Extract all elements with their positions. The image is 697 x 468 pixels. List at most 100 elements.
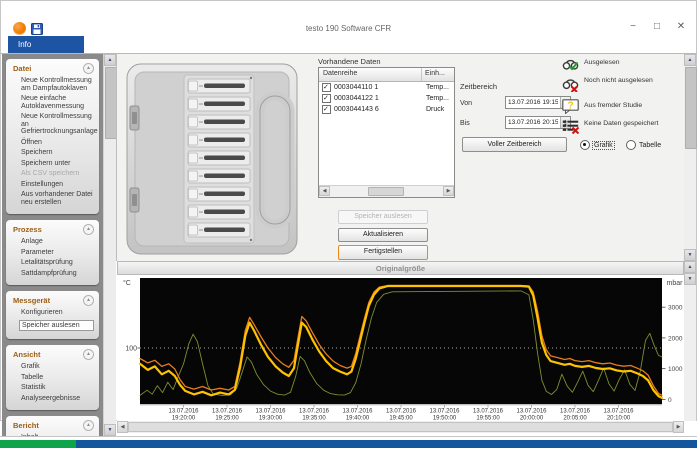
collapse-icon[interactable]: ▲ [83, 349, 94, 360]
measurement-chart: °C100mbar010002000300013.07.201619:20:00… [117, 275, 684, 421]
series-name[interactable]: 0003044122 1 [334, 95, 426, 102]
checkbox-checked-icon[interactable] [322, 94, 331, 103]
radio-tabelle[interactable]: Tabelle [626, 140, 661, 150]
bis-datetime-input[interactable] [506, 117, 560, 128]
y-left-tick: 100 [125, 346, 137, 353]
finish-button[interactable]: Fertigstellen [338, 245, 428, 260]
sidebar-item-als-csv-speichern: Als CSV speichern [9, 170, 96, 178]
close-button[interactable]: ✕ [675, 21, 687, 32]
checkbox-checked-icon[interactable] [322, 105, 331, 114]
x-tick-date: 13.07.2016 [603, 409, 634, 415]
x-tick-date: 13.07.2016 [212, 409, 243, 415]
main-vscrollbar[interactable]: ▲ ▼ [684, 54, 696, 261]
scroll-down-icon[interactable]: ▼ [684, 249, 696, 261]
collapse-icon[interactable]: ▲ [83, 224, 94, 235]
sidebar-item-sattdampfprüfung[interactable]: Sattdampfprüfung [9, 270, 96, 278]
x-tick-date: 13.07.2016 [516, 409, 547, 415]
sidebar-item-einstellungen[interactable]: Einstellungen [9, 181, 96, 189]
series-name[interactable]: 0003044110 1 [334, 84, 426, 91]
full-timerange-button[interactable]: Voller Zeitbereich [462, 137, 567, 152]
sidebar-item-analyseergebnisse[interactable]: Analyseergebnisse [9, 395, 96, 403]
scroll-down-icon[interactable]: ▼ [684, 273, 696, 285]
collapse-icon[interactable]: ▲ [83, 63, 94, 74]
y-right-tick: 0 [668, 397, 672, 404]
chart-header[interactable]: Originalgröße [117, 261, 684, 275]
scroll-up-icon[interactable]: ▲ [104, 54, 116, 66]
refresh-button[interactable]: Aktualisieren [338, 228, 428, 242]
collapse-icon[interactable]: ▲ [83, 420, 94, 431]
x-tick-date: 13.07.2016 [386, 409, 417, 415]
sidebar-item-anlage[interactable]: Anlage [9, 238, 96, 246]
scrollbar-thumb[interactable] [128, 422, 673, 432]
read-memory-button: Speicher auslesen [338, 210, 428, 224]
question-bubble-icon: ? [562, 99, 579, 119]
legend-label: Aus fremder Studie [584, 102, 662, 119]
x-tick-date: 13.07.2016 [299, 409, 330, 415]
scroll-up-icon[interactable]: ▲ [684, 261, 696, 273]
sidebar-section-bericht: Bericht▲InhaltParameter anpassenSattdamp… [6, 416, 99, 436]
series-unit: Temp... [426, 84, 449, 91]
chart-hscrollbar[interactable]: ◀ ▶ [117, 421, 684, 433]
app-window: testo 190 Software CFR − □ ✕ Info Datei▲… [0, 0, 697, 468]
y-right-unit: mbar [667, 280, 684, 287]
y-right-tick: 1000 [668, 366, 683, 373]
radio-off-icon[interactable] [626, 140, 636, 150]
radio-on-icon[interactable] [580, 140, 590, 150]
sidebar-section-prozess: Prozess▲AnlageParameterLetalitätsprüfung… [6, 220, 99, 285]
plot-area [140, 278, 662, 404]
sidebar-item-speichern-unter[interactable]: Speichern unter [9, 160, 96, 168]
sidebar-item-neue-kontrollmessung-an-gefriertrocknungsanlage[interactable]: Neue Kontrollmessung an Gefriertrocknung… [9, 113, 96, 136]
x-tick-date: 13.07.2016 [429, 409, 460, 415]
minimize-button[interactable]: − [627, 21, 639, 32]
legend-item-noch-nicht-ausgelesen: Noch nicht ausgelesen [562, 77, 662, 97]
scroll-down-icon[interactable]: ▼ [104, 424, 116, 436]
sidebar-item-grafik[interactable]: Grafik [9, 363, 96, 371]
list-x-icon [562, 119, 579, 139]
series-name[interactable]: 0003044143 6 [334, 106, 426, 113]
list-header[interactable]: Datenreihe Einh... [319, 68, 454, 82]
chart-vscrollbar[interactable]: ▲ ▼ [684, 261, 696, 421]
legend-item-aus-fremder-studie: ? Aus fremder Studie [562, 99, 662, 119]
sidebar-item-letalitätsprüfung[interactable]: Letalitätsprüfung [9, 259, 96, 267]
sidebar-item-parameter[interactable]: Parameter [9, 249, 96, 257]
checkbox-checked-icon[interactable] [322, 83, 331, 92]
scroll-left-icon[interactable]: ◀ [319, 186, 330, 196]
scroll-up-icon[interactable]: ▲ [684, 54, 696, 66]
sidebar-item-tabelle[interactable]: Tabelle [9, 374, 96, 382]
table-row[interactable]: 0003044110 1Temp... [319, 82, 454, 93]
series-unit: Temp... [426, 95, 449, 102]
list-hscrollbar[interactable]: ◀ ▶ [319, 185, 454, 197]
column-datenreihe[interactable]: Datenreihe [319, 68, 422, 81]
legend-label: Noch nicht ausgelesen [584, 77, 662, 97]
scroll-right-icon[interactable]: ▶ [673, 421, 684, 433]
series-unit: Druck [426, 106, 444, 113]
sidebar-item-statistik[interactable]: Statistik [9, 384, 96, 392]
radio-grafik[interactable]: Grafik [580, 140, 614, 150]
column-einheit[interactable]: Einh... [422, 68, 454, 81]
von-datetime-input[interactable] [506, 97, 560, 108]
maximize-button[interactable]: □ [651, 21, 663, 32]
collapse-icon[interactable]: ▲ [83, 295, 94, 306]
sidebar-section-ansicht: Ansicht▲GrafikTabelleStatistikAnalyseerg… [6, 345, 99, 410]
sidebar-section-datei: Datei▲Neue Kontrollmessung am Dampfautok… [6, 59, 99, 214]
scrollbar-thumb[interactable] [368, 187, 404, 196]
sidebar-item-konfigurieren[interactable]: Konfigurieren [9, 309, 96, 317]
sidebar-item-neue-einfache-autoklavenmessung[interactable]: Neue einfache Autoklavenmessung [9, 95, 96, 110]
existing-data-label: Vorhandene Daten [318, 57, 381, 66]
sidebar-section-messgerät: Messgerät ▲ Konfigurieren Speicher auslesen [6, 291, 99, 339]
sidebar-item-speichern[interactable]: Speichern [9, 149, 96, 157]
scrollbar-thumb[interactable] [685, 67, 697, 149]
data-series-list: Datenreihe Einh... 0003044110 1Temp...00… [318, 67, 455, 198]
sidebar-item-neue-kontrollmessung-am-dampfautoklaven[interactable]: Neue Kontrollmessung am Dampfautoklaven [9, 77, 96, 92]
sidebar-item-speicher-auslesen[interactable]: Speicher auslesen [19, 320, 94, 332]
sidebar-item-aus-vorhandener-datei-neu-erstellen[interactable]: Aus vorhandener Datei neu erstellen [9, 191, 96, 206]
section-title: Messgerät [13, 296, 50, 305]
scroll-right-icon[interactable]: ▶ [443, 186, 454, 196]
x-tick-date: 13.07.2016 [560, 409, 591, 415]
table-row[interactable]: 0003044143 6Druck [319, 104, 454, 115]
scroll-left-icon[interactable]: ◀ [117, 421, 128, 433]
table-row[interactable]: 0003044122 1Temp... [319, 93, 454, 104]
sidebar-item-öffnen[interactable]: Öffnen [9, 139, 96, 147]
sidebar-scrollbar[interactable]: ▲ ▼ [103, 54, 116, 436]
tab-info[interactable]: Info [8, 36, 84, 53]
